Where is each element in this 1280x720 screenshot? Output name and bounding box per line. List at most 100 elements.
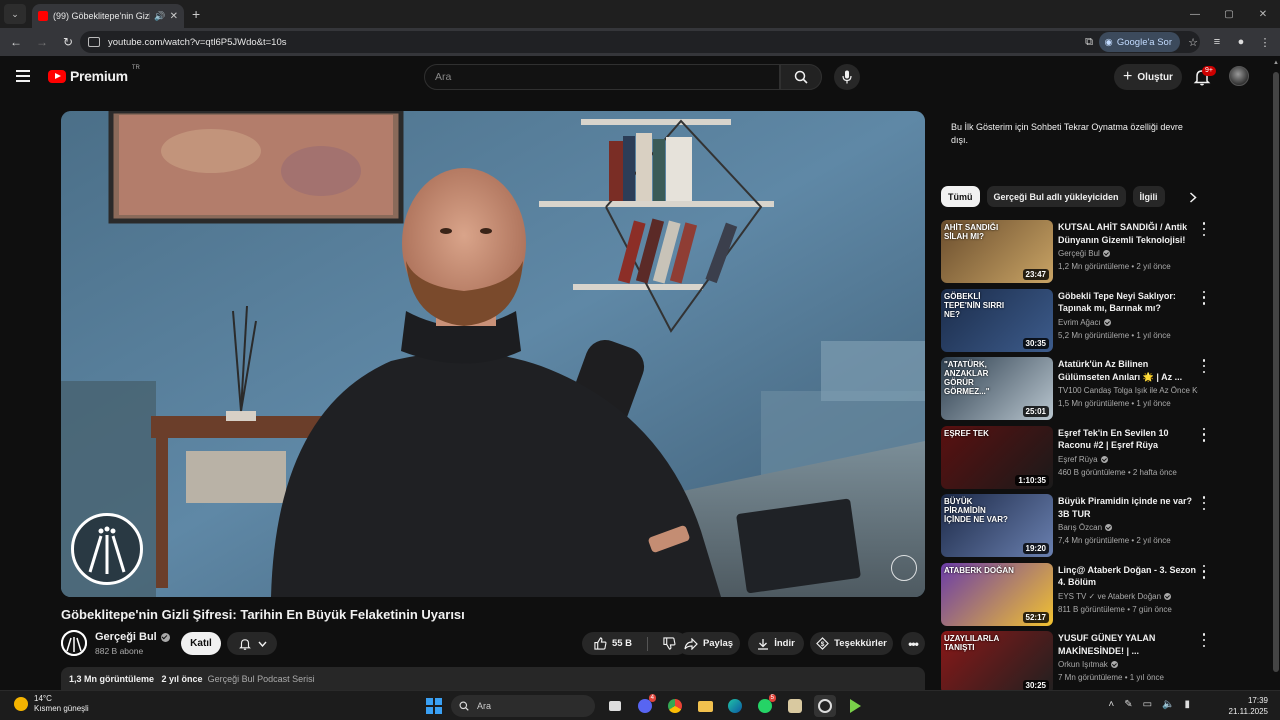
display-icon[interactable]: ▭ — [1143, 699, 1152, 710]
forward-icon[interactable]: → — [30, 30, 54, 54]
channel-name[interactable]: Barış Özcan — [1058, 523, 1198, 532]
video-thumbnail[interactable]: GÖBEKLİ TEPE'NİN SIRRI NE? 30:35 — [941, 288, 1053, 352]
download-button[interactable]: İndir — [748, 632, 804, 655]
recommendation-item[interactable]: AHİT SANDIĞI SİLAH MI? 23:47 KUTSAL AHİT… — [941, 220, 1211, 283]
video-thumbnail[interactable]: BÜYÜK PİRAMİDİN İÇİNDE NE VAR? 19:20 — [941, 494, 1053, 557]
voice-search-button[interactable] — [834, 64, 860, 90]
chip-related[interactable]: İlgili — [1132, 186, 1165, 207]
whatsapp-icon[interactable]: 5 — [754, 694, 776, 717]
more-vertical-icon[interactable] — [1199, 427, 1209, 442]
menu-kebab-icon[interactable]: ⋮ — [1256, 32, 1274, 52]
video-title[interactable]: Atatürk'ün Az Bilinen Gülümseten Anıları… — [1058, 358, 1196, 383]
speaker-icon[interactable]: 🔊 — [154, 11, 165, 22]
more-vertical-icon[interactable] — [1199, 496, 1209, 510]
more-actions-button[interactable]: ••• — [901, 632, 925, 655]
discord-icon[interactable]: 4 — [634, 694, 656, 717]
video-title[interactable]: YUSUF GÜNEY YALAN MAKİNESİNDE! | ... — [1058, 632, 1196, 657]
subscription-notifications-button[interactable] — [227, 632, 277, 655]
close-tab-icon[interactable]: ✕ — [170, 11, 178, 22]
video-thumbnail[interactable]: "ATATÜRK, ANZAKLAR GÖRÜR GÖRMEZ..." 25:0… — [941, 357, 1053, 420]
search-button[interactable] — [780, 64, 822, 90]
app-icon[interactable] — [784, 695, 806, 717]
chip-from-uploader[interactable]: Gerçeği Bul adlı yükleyiciden — [986, 186, 1126, 207]
chips-next-button[interactable] — [1184, 188, 1202, 206]
more-vertical-icon[interactable] — [1199, 564, 1209, 579]
video-thumbnail[interactable]: EŞREF TEK 1:10:35 — [941, 425, 1053, 489]
recommendation-item[interactable]: "ATATÜRK, ANZAKLAR GÖRÜR GÖRMEZ..." 25:0… — [941, 357, 1211, 420]
youtube-premium-logo[interactable]: Premium TR — [48, 65, 140, 84]
channel-name[interactable]: Eşref Rüya — [1058, 455, 1198, 464]
join-button[interactable]: Katıl — [181, 632, 221, 655]
recommendation-item[interactable]: GÖBEKLİ TEPE'NİN SIRRI NE? 30:35 Göbekli… — [941, 288, 1211, 352]
new-tab-button[interactable]: + — [192, 6, 200, 22]
more-vertical-icon[interactable] — [1199, 633, 1209, 647]
channel-name[interactable]: Gerçeği Bul — [95, 631, 170, 643]
taskbar-clock[interactable]: 17:39 21.11.2025 — [1229, 695, 1268, 717]
windows-start-icon[interactable] — [426, 698, 442, 714]
reading-list-icon[interactable]: ≡ — [1208, 32, 1226, 52]
page-scrollbar[interactable]: ▲ — [1272, 60, 1280, 690]
browser-tab[interactable]: (99) Göbeklitepe'nin Gizli Ş 🔊 ✕ — [32, 4, 184, 28]
tray-expand-icon[interactable]: ˄ — [1108, 699, 1114, 710]
close-window-button[interactable]: ✕ — [1246, 0, 1280, 28]
channel-name[interactable]: EYS TV ✓ ve Ataberk Doğan — [1058, 592, 1198, 601]
more-vertical-icon[interactable] — [1199, 359, 1209, 373]
chrome-icon[interactable] — [664, 695, 686, 717]
url-field[interactable]: youtube.com/watch?v=qtl6P5JWdo&t=10s — [80, 31, 1200, 53]
video-title[interactable]: Göbekli Tepe Neyi Saklıyor: Tapınak mı, … — [1058, 290, 1196, 315]
guide-menu-icon[interactable] — [16, 70, 30, 82]
tab-search-button[interactable]: ⌄ — [4, 4, 26, 24]
more-vertical-icon[interactable] — [1199, 290, 1209, 305]
video-thumbnail[interactable]: UZAYLILARLA TANIŞTI 30:25 — [941, 631, 1053, 694]
video-title[interactable]: Linç@ Ataberk Doğan - 3. Sezon 4. Bölüm — [1058, 564, 1196, 589]
channel-name[interactable]: Orkun Işıtmak — [1058, 660, 1198, 669]
branding-watermark-icon[interactable] — [891, 555, 917, 581]
channel-name[interactable]: Gerçeği Bul — [1058, 249, 1198, 258]
battery-icon[interactable]: ▮ — [1184, 699, 1190, 710]
taskbar-search[interactable]: Ara — [451, 695, 595, 717]
recommendation-item[interactable]: ATABERK DOĞAN 52:17 Linç@ Ataberk Doğan … — [941, 562, 1211, 626]
channel-avatar[interactable] — [61, 630, 87, 656]
weather-widget[interactable]: 14°C Kısmen güneşli — [14, 694, 89, 714]
chip-all[interactable]: Tümü — [941, 186, 980, 207]
channel-watermark-logo[interactable] — [71, 513, 143, 585]
recommendation-item[interactable]: UZAYLILARLA TANIŞTI 30:25 YUSUF GÜNEY YA… — [941, 631, 1211, 694]
scroll-up-icon[interactable]: ▲ — [1272, 60, 1280, 66]
back-icon[interactable]: ← — [4, 30, 28, 54]
edge-icon[interactable] — [724, 695, 746, 717]
video-title[interactable]: Eşref Tek'in En Sevilen 10 Raconu #2 | E… — [1058, 427, 1196, 452]
like-button[interactable]: 55 B — [584, 632, 642, 655]
volume-icon[interactable]: 🔈 — [1162, 699, 1174, 710]
channel-name[interactable]: Evrim Ağacı — [1058, 318, 1198, 327]
profile-icon[interactable]: ● — [1232, 32, 1250, 52]
more-vertical-icon[interactable] — [1199, 222, 1209, 236]
create-button[interactable]: + Oluştur — [1114, 64, 1182, 90]
thumbnail-text: AHİT SANDIĞI SİLAH MI? — [944, 223, 999, 241]
video-player[interactable] — [61, 111, 925, 597]
reload-icon[interactable]: ↻ — [56, 30, 80, 54]
media-player-icon[interactable] — [844, 695, 866, 717]
video-thumbnail[interactable]: ATABERK DOĞAN 52:17 — [941, 562, 1053, 626]
task-view-icon[interactable] — [604, 695, 626, 717]
account-avatar[interactable] — [1229, 66, 1249, 86]
file-explorer-icon[interactable] — [694, 695, 716, 717]
thanks-button[interactable]: $ Teşekkürler — [810, 632, 893, 655]
scrollbar-thumb[interactable] — [1273, 72, 1279, 672]
video-title[interactable]: Büyük Piramidin içinde ne var? 3B TUR — [1058, 495, 1196, 520]
video-thumbnail[interactable]: AHİT SANDIĞI SİLAH MI? 23:47 — [941, 220, 1053, 283]
search-input[interactable]: Ara — [424, 64, 780, 90]
bookmark-star-icon[interactable]: ☆ — [1184, 32, 1202, 52]
install-app-icon[interactable]: ⧉ — [1080, 32, 1098, 52]
channel-name[interactable]: TV100 Candaş Tolga Işık ile Az Önce Ko..… — [1058, 386, 1198, 395]
video-title[interactable]: KUTSAL AHİT SANDIĞI / Antik Dünyanın Giz… — [1058, 221, 1196, 246]
site-info-icon[interactable] — [88, 37, 100, 47]
recommendation-item[interactable]: EŞREF TEK 1:10:35 Eşref Tek'in En Sevile… — [941, 425, 1211, 489]
share-button[interactable]: Paylaş — [677, 632, 740, 655]
minimize-button[interactable]: — — [1178, 0, 1212, 28]
google-ask-button[interactable]: ◉ Google'a Sor — [1098, 32, 1180, 52]
maximize-button[interactable]: ▢ — [1212, 0, 1246, 28]
obs-icon[interactable] — [814, 695, 836, 717]
tray-app-icon[interactable]: ✎ — [1124, 699, 1132, 710]
recommendation-item[interactable]: BÜYÜK PİRAMİDİN İÇİNDE NE VAR? 19:20 Büy… — [941, 494, 1211, 557]
playlist-series-link[interactable]: Gerçeği Bul Podcast Serisi — [208, 674, 315, 684]
